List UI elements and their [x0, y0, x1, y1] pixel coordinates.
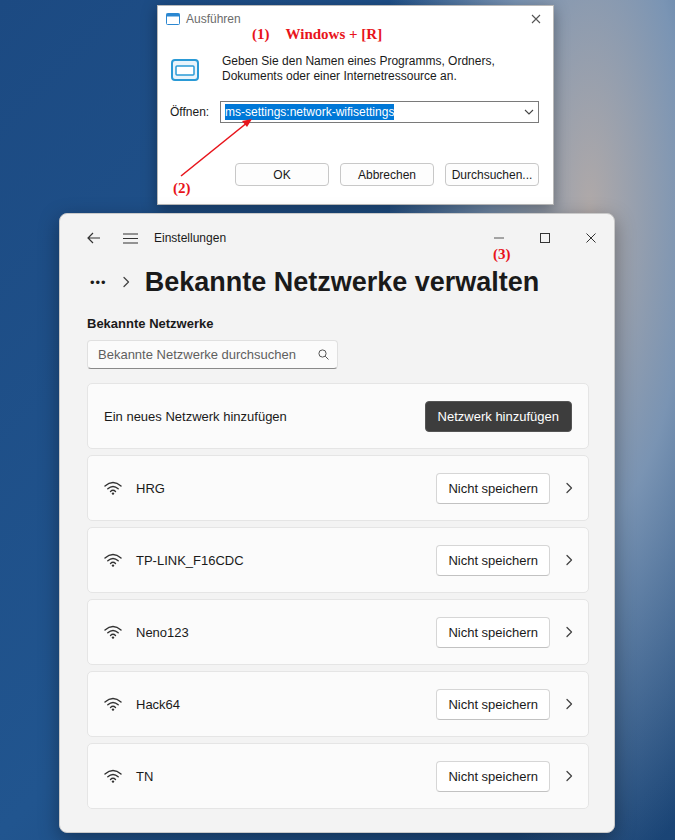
add-network-card: Ein neues Netzwerk hinzufügen Netzwerk hi…: [87, 383, 589, 449]
network-row[interactable]: HRG Nicht speichern: [87, 455, 589, 521]
forget-button[interactable]: Nicht speichern: [436, 761, 550, 792]
network-row[interactable]: TP-LINK_F16CDC Nicht speichern: [87, 527, 589, 593]
network-row[interactable]: Hack64 Nicht speichern: [87, 671, 589, 737]
chevron-right-icon: [564, 698, 574, 710]
minimize-icon: [494, 233, 504, 243]
arrow-label: (2): [173, 180, 191, 197]
chevron-right-icon: [564, 554, 574, 566]
network-name: Neno123: [136, 625, 422, 640]
dialog-button[interactable]: OK: [235, 163, 329, 186]
close-button[interactable]: [568, 221, 614, 255]
dropdown-icon[interactable]: [524, 109, 534, 115]
dialog-button[interactable]: Abbrechen: [340, 163, 434, 186]
search-field[interactable]: Bekannte Netzwerke durchsuchen: [87, 340, 338, 369]
annotation-step: (1): [252, 26, 270, 43]
title-bar: Einstellungen: [60, 214, 614, 262]
search-icon: [318, 349, 329, 360]
run-dialog: Ausführen (1) Windows + [R] Geben Sie den N…: [157, 5, 554, 205]
network-list: Ein neues Netzwerk hinzufügen Netzwerk hi…: [87, 383, 589, 809]
forget-button[interactable]: Nicht speichern: [436, 473, 550, 504]
search-placeholder: Bekannte Netzwerke durchsuchen: [98, 347, 312, 362]
forget-button[interactable]: Nicht speichern: [436, 617, 550, 648]
annotation: (1) Windows + [R]: [252, 26, 382, 43]
open-input[interactable]: ms-settings:network-wifisettings: [220, 101, 539, 123]
annotation-step: (3): [493, 246, 511, 263]
network-row[interactable]: TN Nicht speichern: [87, 743, 589, 809]
back-button[interactable]: [76, 222, 112, 254]
network-name: HRG: [136, 481, 422, 496]
close-icon: [586, 233, 596, 243]
wifi-icon: [104, 553, 122, 567]
settings-window: Einstellungen (3) ••• Bekannte Netzwerke ve…: [59, 213, 615, 833]
wifi-icon: [104, 697, 122, 711]
forget-button[interactable]: Nicht speichern: [436, 689, 550, 720]
description: Geben Sie den Namen eines Programms, Ord…: [222, 54, 532, 84]
maximize-button[interactable]: [522, 221, 568, 255]
page-title: Bekannte Netzwerke verwalten: [145, 267, 540, 298]
breadcrumb-more[interactable]: •••: [90, 275, 107, 290]
breadcrumb-chevron-icon: [121, 276, 131, 288]
arrow-icon: [158, 6, 555, 206]
hamburger-icon: [123, 233, 138, 244]
back-arrow-icon: [87, 232, 101, 244]
wifi-icon: [104, 481, 122, 495]
chevron-right-icon: [564, 770, 574, 782]
desktop: Ausführen (1) Windows + [R] Geben Sie den N…: [0, 0, 675, 840]
wifi-icon: [104, 625, 122, 639]
open-label: Öffnen:: [170, 105, 210, 119]
window-title: Ausführen: [186, 12, 241, 26]
chevron-right-icon: [564, 626, 574, 638]
maximize-icon: [540, 233, 550, 243]
section-label: Bekannte Netzwerke: [87, 316, 589, 331]
run-icon: [166, 13, 180, 25]
breadcrumb: ••• Bekannte Netzwerke verwalten: [60, 262, 614, 302]
menu-button[interactable]: [112, 222, 148, 254]
network-name: TP-LINK_F16CDC: [136, 553, 422, 568]
close-icon[interactable]: [531, 14, 541, 24]
app-title: Einstellungen: [154, 231, 226, 245]
run-app-icon: [170, 58, 200, 82]
network-row[interactable]: Neno123 Nicht speichern: [87, 599, 589, 665]
annotation: (3): [493, 246, 511, 263]
chevron-right-icon: [564, 482, 574, 494]
network-name: Hack64: [136, 697, 422, 712]
dialog-button[interactable]: Durchsuchen...: [445, 163, 539, 186]
open-value: ms-settings:network-wifisettings: [225, 104, 394, 120]
add-network-button[interactable]: Netzwerk hinzufügen: [425, 401, 572, 432]
wifi-icon: [104, 769, 122, 783]
add-network-label: Ein neues Netzwerk hinzufügen: [104, 409, 411, 424]
forget-button[interactable]: Nicht speichern: [436, 545, 550, 576]
annotation-shortcut: Windows + [R]: [286, 26, 383, 43]
network-name: TN: [136, 769, 422, 784]
